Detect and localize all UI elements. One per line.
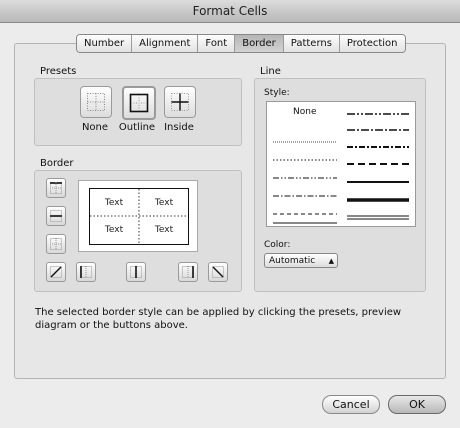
border-diagonal-up-button[interactable]	[46, 262, 66, 282]
diagonal-up-icon	[50, 266, 62, 278]
border-inside-icon	[171, 93, 189, 111]
preset-outline-button[interactable]	[122, 86, 156, 120]
border-vertical-inside-icon	[130, 266, 142, 278]
border-left-button[interactable]	[76, 262, 96, 282]
cancel-button[interactable]: Cancel	[322, 395, 380, 414]
line-style-samples[interactable]	[267, 102, 415, 226]
preview-cell-text: Text	[154, 225, 174, 235]
tab-patterns[interactable]: Patterns	[283, 35, 340, 52]
border-top-button[interactable]	[46, 178, 66, 198]
border-horizontal-inside-icon	[50, 210, 62, 222]
preset-none-button[interactable]	[80, 86, 112, 118]
preview-grid[interactable]: Text Text Text Text	[89, 188, 189, 245]
hint-text: The selected border style can be applied…	[35, 307, 402, 331]
tab-bar: Number Alignment Font Border Patterns Pr…	[76, 34, 406, 53]
border-middle-vertical-button[interactable]	[126, 262, 146, 282]
border-outline-icon	[129, 93, 149, 113]
border-top-icon	[50, 182, 62, 194]
border-bottom-icon	[50, 238, 62, 250]
window-title: Format Cells	[192, 4, 268, 18]
ok-button[interactable]: OK	[388, 395, 446, 414]
tab-number[interactable]: Number	[77, 35, 133, 52]
window-titlebar: Format Cells	[0, 0, 460, 23]
preset-inside-label: Inside	[164, 122, 194, 133]
preview-cell-text: Text	[104, 225, 124, 235]
preview-cell-text: Text	[154, 198, 174, 208]
border-group-label: Border	[40, 158, 74, 169]
border-right-button[interactable]	[178, 262, 198, 282]
color-select-value: Automatic	[269, 256, 316, 266]
style-label: Style:	[264, 88, 290, 98]
tab-alignment[interactable]: Alignment	[132, 35, 199, 52]
line-style-list[interactable]: None	[266, 101, 416, 227]
border-preview[interactable]: Text Text Text Text	[78, 180, 198, 252]
tab-protection[interactable]: Protection	[339, 35, 405, 52]
tab-font[interactable]: Font	[198, 35, 236, 52]
border-right-icon	[182, 266, 194, 278]
presets-group-label: Presets	[40, 66, 77, 77]
border-bottom-button[interactable]	[46, 234, 66, 254]
preview-cell-text: Text	[104, 198, 124, 208]
border-none-icon	[87, 93, 105, 111]
diagonal-down-icon	[212, 266, 224, 278]
border-left-icon	[80, 266, 92, 278]
preset-inside-button[interactable]	[164, 86, 196, 118]
tab-border[interactable]: Border	[235, 35, 284, 52]
chevron-updown-icon: ▲	[328, 257, 334, 265]
border-middle-horizontal-button[interactable]	[46, 206, 66, 226]
border-diagonal-down-button[interactable]	[208, 262, 228, 282]
color-label: Color:	[264, 240, 291, 250]
color-select[interactable]: Automatic ▲	[264, 253, 338, 268]
line-group-label: Line	[260, 66, 281, 77]
